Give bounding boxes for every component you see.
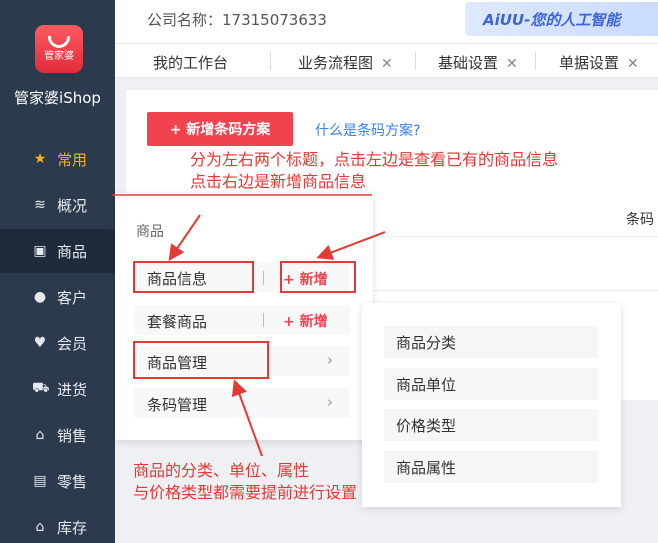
arrow-to-goods-info — [168, 214, 201, 261]
arrow-to-goods-management — [231, 379, 263, 457]
annotation-arrows — [112, 194, 386, 457]
arrow-to-add — [316, 231, 386, 260]
